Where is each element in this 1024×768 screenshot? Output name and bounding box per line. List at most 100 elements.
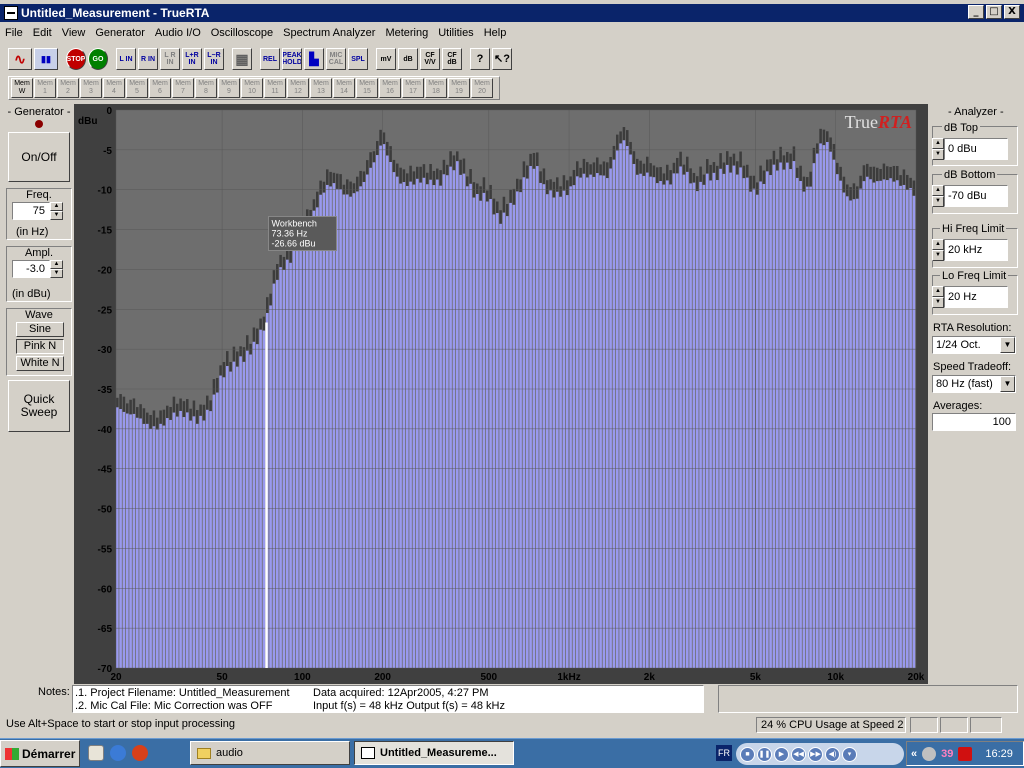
ampl-down-icon[interactable]: ▼ (50, 269, 63, 278)
memory-9-button[interactable]: Mem 9 (218, 78, 240, 98)
db-button[interactable]: dB (398, 48, 418, 70)
lo-freq-spinner[interactable]: ▲ ▼ 20 Hz (932, 286, 1008, 308)
generator-on-off-button[interactable]: On/Off (8, 132, 70, 182)
quick-sweep-button[interactable]: Quick Sweep (8, 380, 70, 432)
memory-12-button[interactable]: Mem 12 (287, 78, 309, 98)
tray-chevron-icon[interactable]: « (911, 748, 917, 760)
menu-view[interactable]: View (57, 27, 91, 39)
generator-wave-button[interactable]: ∿ (8, 48, 32, 70)
db-bottom-spinner[interactable]: ▲ ▼ -70 dBu (932, 185, 1008, 207)
hi-freq-down-icon[interactable]: ▼ (932, 250, 944, 261)
volume-tray-icon[interactable] (922, 746, 937, 761)
memory-18-button[interactable]: Mem 18 (425, 78, 447, 98)
freq-value[interactable]: 75 (12, 202, 50, 220)
ampl-value[interactable]: -3.0 (12, 260, 50, 278)
memory-17-button[interactable]: Mem 17 (402, 78, 424, 98)
task-truerta[interactable]: Untitled_Measureme... (354, 741, 514, 765)
spl-button[interactable]: SPL (348, 48, 368, 70)
r-in-button[interactable]: R IN (138, 48, 158, 70)
internet-explorer-icon[interactable] (110, 745, 126, 761)
memory-4-button[interactable]: Mem 4 (103, 78, 125, 98)
speed-dropdown-icon[interactable]: ▼ (1000, 376, 1015, 392)
hi-freq-value[interactable]: 20 kHz (944, 239, 1008, 261)
language-indicator[interactable]: FR (716, 745, 732, 761)
stop-button[interactable]: STOP (66, 48, 86, 70)
tray-number[interactable]: 39 (941, 748, 953, 760)
menu-oscilloscope[interactable]: Oscilloscope (206, 27, 278, 39)
hi-freq-spinner[interactable]: ▲ ▼ 20 kHz (932, 239, 1008, 261)
memory-11-button[interactable]: Mem 11 (264, 78, 286, 98)
spectrum-chart[interactable]: 0 -5 -10 -15 -20 -25 -30 -35 -40 -45 -50 -55 -60 -65 -… (74, 104, 928, 684)
freq-down-icon[interactable]: ▼ (50, 211, 63, 220)
start-button[interactable]: Démarrer (0, 740, 80, 767)
l-plus-r-in-button[interactable]: L+R IN (182, 48, 202, 70)
db-top-spinner[interactable]: ▲ ▼ 0 dBu (932, 138, 1008, 160)
rel-button[interactable]: REL (260, 48, 280, 70)
resolution-select[interactable]: 1/24 Oct. ▼ (932, 336, 1016, 354)
title-bar[interactable]: Untitled_Measurement - TrueRTA _ □ X (0, 4, 1024, 22)
menu-audio-io[interactable]: Audio I/O (150, 27, 206, 39)
menu-utilities[interactable]: Utilities (433, 27, 478, 39)
menu-metering[interactable]: Metering (380, 27, 433, 39)
memory-13-button[interactable]: Mem 13 (310, 78, 332, 98)
ampl-up-icon[interactable]: ▲ (50, 260, 63, 269)
lo-freq-value[interactable]: 20 Hz (944, 286, 1008, 308)
memory-8-button[interactable]: Mem 8 (195, 78, 217, 98)
spectrum-view-button[interactable]: ▮▮ (34, 48, 58, 70)
db-top-down-icon[interactable]: ▼ (932, 149, 944, 160)
media-stop-icon[interactable]: ■ (740, 746, 755, 762)
averages-input[interactable]: 100 (932, 413, 1016, 431)
memory-20-button[interactable]: Mem 20 (471, 78, 493, 98)
db-bottom-value[interactable]: -70 dBu (944, 185, 1008, 207)
db-bottom-up-icon[interactable]: ▲ (932, 185, 944, 196)
memory-5-button[interactable]: Mem 5 (126, 78, 148, 98)
memory-6-button[interactable]: Mem 6 (149, 78, 171, 98)
l-in-button[interactable]: L IN (116, 48, 136, 70)
media-next-icon[interactable]: ▶▶ (808, 746, 823, 762)
cf-vv-button[interactable]: CF V/V (420, 48, 440, 70)
help-button[interactable]: ? (470, 48, 490, 70)
close-button[interactable]: X (1004, 5, 1020, 19)
speed-select[interactable]: 80 Hz (fast) ▼ (932, 375, 1016, 393)
memory-7-button[interactable]: Mem 7 (172, 78, 194, 98)
menu-file[interactable]: File (0, 27, 28, 39)
lo-freq-down-icon[interactable]: ▼ (932, 297, 944, 308)
menu-help[interactable]: Help (479, 27, 512, 39)
task-audio[interactable]: audio (190, 741, 350, 765)
memory-w-button[interactable]: Mem W (11, 78, 33, 98)
media-volume-icon[interactable]: ◀) (825, 746, 840, 762)
media-prev-icon[interactable]: ◀◀ (791, 746, 806, 762)
db-top-value[interactable]: 0 dBu (944, 138, 1008, 160)
peak-hold-button[interactable]: PEAK HOLD (282, 48, 302, 70)
memory-1-button[interactable]: Mem 1 (34, 78, 56, 98)
l-minus-r-in-button[interactable]: L−R IN (204, 48, 224, 70)
memory-2-button[interactable]: Mem 2 (57, 78, 79, 98)
maximize-button[interactable]: □ (986, 5, 1002, 19)
hi-freq-up-icon[interactable]: ▲ (932, 239, 944, 250)
ampl-spinner[interactable]: -3.0 ▲ ▼ (12, 260, 63, 278)
resolution-dropdown-icon[interactable]: ▼ (1000, 337, 1015, 353)
memory-19-button[interactable]: Mem 19 (448, 78, 470, 98)
menu-generator[interactable]: Generator (90, 27, 150, 39)
freq-spinner[interactable]: 75 ▲ ▼ (12, 202, 63, 220)
memory-3-button[interactable]: Mem 3 (80, 78, 102, 98)
media-pause-icon[interactable]: ❚❚ (757, 746, 772, 762)
media-player-icon[interactable] (132, 745, 148, 761)
grid-button[interactable]: ▦ (232, 48, 252, 70)
l-r-in-button[interactable]: L R IN (160, 48, 180, 70)
cf-db-button[interactable]: CF dB (442, 48, 462, 70)
context-help-button[interactable]: ↖? (492, 48, 512, 70)
spectrum-plot[interactable]: 0 -5 -10 -15 -20 -25 -30 -35 -40 -45 -50 -55 -60 -65 -… (74, 104, 928, 684)
media-menu-icon[interactable]: ▾ (842, 746, 857, 762)
go-button[interactable]: GO (88, 48, 108, 70)
minimize-button[interactable]: _ (968, 5, 984, 19)
wave-sine-button[interactable]: Sine (16, 322, 64, 337)
memory-15-button[interactable]: Mem 15 (356, 78, 378, 98)
menu-edit[interactable]: Edit (28, 27, 57, 39)
bars-button[interactable]: ▙ (304, 48, 324, 70)
memory-10-button[interactable]: Mem 10 (241, 78, 263, 98)
mv-button[interactable]: mV (376, 48, 396, 70)
mic-cal-button[interactable]: MIC CAL (326, 48, 346, 70)
lo-freq-up-icon[interactable]: ▲ (932, 286, 944, 297)
menu-spectrum-analyzer[interactable]: Spectrum Analyzer (278, 27, 380, 39)
